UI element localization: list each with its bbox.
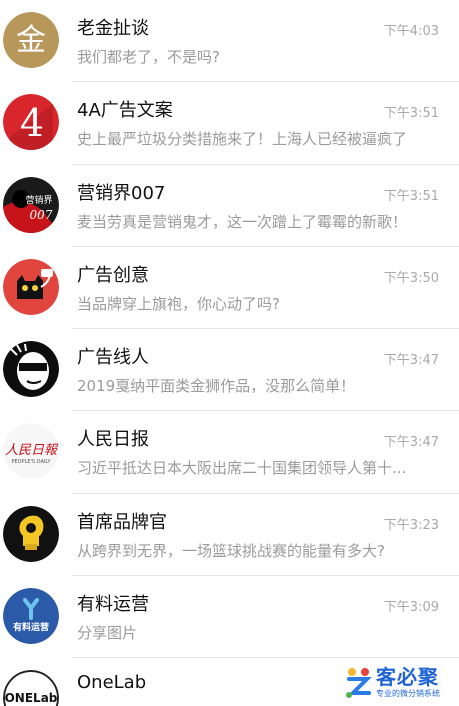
onelab-logo-icon: ONELab [3, 670, 59, 706]
chat-name: 首席品牌官 [77, 511, 167, 533]
chat-name: 营销界007 [77, 182, 166, 204]
black-cat-logo-icon [3, 258, 59, 315]
lightbulb-head-logo-icon [3, 505, 59, 562]
svg-text:007: 007 [30, 208, 53, 222]
gold-seal-logo-icon: 金 [3, 12, 59, 68]
chat-name: 广告线人 [77, 347, 149, 369]
svg-text:ONELab: ONELab [5, 691, 58, 705]
kebiju-watermark: 客必聚 专业的微分销系统 [343, 662, 451, 702]
svg-text:4: 4 [20, 101, 44, 145]
chat-preview: 当品牌穿上旗袍，你心动了吗? [77, 294, 280, 313]
chat-row-yingxiaojie[interactable]: 营销界 007 营销界007 下午3:51 麦当劳真是营销鬼才，这一次蹭上了霉霉… [0, 164, 459, 247]
chat-row-guanggao-chuangyi[interactable]: 广告创意 下午3:50 当品牌穿上旗袍，你心动了吗? [0, 246, 459, 330]
chat-preview: 从跨界到无界，一场篮球挑战赛的能量有多大? [77, 541, 385, 560]
agent-silhouette-logo-icon: 营销界 007 [3, 176, 59, 233]
chat-time: 下午3:47 [383, 435, 439, 451]
chat-time: 下午3:47 [383, 353, 439, 369]
chat-list: 金 老金扯谈 下午4:03 我们都老了，不是吗? 4 4A广告文案 下午3:51… [0, 0, 459, 706]
svg-text:PEOPLE'S DAILY: PEOPLE'S DAILY [11, 459, 51, 465]
watermark-text: 客必聚 专业的微分销系统 [376, 667, 440, 698]
chat-preview: 2019戛纳平面类金狮作品，没那么简单！ [77, 377, 356, 396]
masked-face-logo-icon [3, 341, 59, 398]
chat-name: 4A广告文案 [77, 100, 173, 122]
chat-row-shouxi-pinpaiguan[interactable]: 首席品牌官 下午3:23 从跨界到无界，一场篮球挑战赛的能量有多大? [0, 493, 459, 577]
red-4a-logo-icon: 4 [3, 94, 59, 151]
chat-preview: 分享图片 [77, 624, 138, 643]
chat-preview: 习近平抵达日本大阪出席二十国集团领导人第十... [77, 459, 407, 478]
chat-name: OneLab [77, 672, 147, 694]
watermark-subtitle: 专业的微分销系统 [376, 688, 440, 698]
chat-time: 下午3:09 [383, 600, 439, 616]
svg-text:营销界: 营销界 [25, 194, 52, 206]
chat-preview: 我们都老了，不是吗? [77, 48, 220, 66]
chat-time: 下午3:23 [383, 517, 439, 533]
chat-name: 老金扯谈 [77, 18, 149, 39]
svg-text:金: 金 [16, 23, 46, 58]
watermark-title: 客必聚 [376, 664, 439, 689]
chat-preview: 史上最严垃圾分类措施来了！上海人已经被逼疯了 [77, 130, 408, 149]
svg-text:有料运营: 有料运营 [13, 621, 49, 633]
chat-row-guanggao-xianren[interactable]: 广告线人 下午3:47 2019戛纳平面类金狮作品，没那么简单！ [0, 329, 459, 412]
kebiju-logo-icon [346, 668, 372, 698]
chat-row-renmin-ribao[interactable]: 人民日報 PEOPLE'S DAILY 人民日报 下午3:47 习近平抵达日本大… [0, 411, 459, 494]
youliao-logo-icon: 有料运营 [3, 588, 59, 645]
chat-row-youliao-yunying[interactable]: 有料运营 有料运营 下午3:09 分享图片 [0, 576, 459, 659]
peoples-daily-logo-icon: 人民日報 PEOPLE'S DAILY [3, 423, 59, 480]
chat-time: 下午3:51 [383, 106, 439, 122]
chat-time: 下午3:50 [383, 270, 439, 286]
svg-text:人民日報: 人民日報 [5, 443, 59, 458]
chat-name: 有料运营 [77, 594, 149, 616]
chat-row-4a[interactable]: 4 4A广告文案 下午3:51 史上最严垃圾分类措施来了！上海人已经被逼疯了 [0, 82, 459, 165]
chat-time: 下午3:51 [383, 188, 439, 204]
chat-name: 人民日报 [77, 429, 149, 451]
chat-preview: 麦当劳真是营销鬼才，这一次蹭上了霉霉的新歌！ [77, 212, 408, 231]
chat-name: 广告创意 [77, 264, 149, 286]
chat-row-laojin[interactable]: 金 老金扯谈 下午4:03 我们都老了，不是吗? [0, 0, 459, 83]
chat-time: 下午4:03 [383, 24, 439, 39]
